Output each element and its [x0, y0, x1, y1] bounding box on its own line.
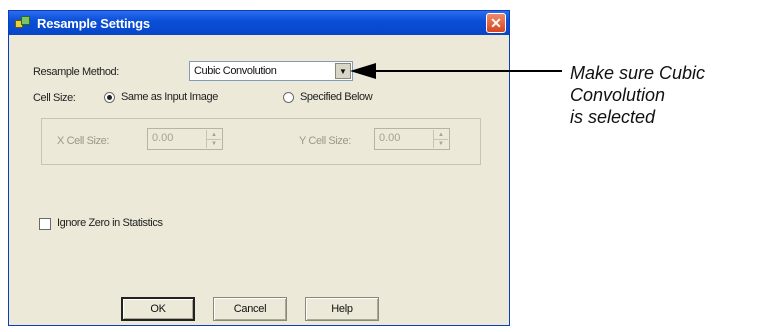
annotation-line-3: is selected [570, 107, 656, 127]
annotation-line-2: Convolution [570, 85, 666, 105]
annotation-arrow [350, 63, 562, 79]
annotation-line-1: Make sure Cubic [570, 63, 706, 83]
annotation-text: Make sure Cubic Convolution is selected [570, 62, 705, 128]
